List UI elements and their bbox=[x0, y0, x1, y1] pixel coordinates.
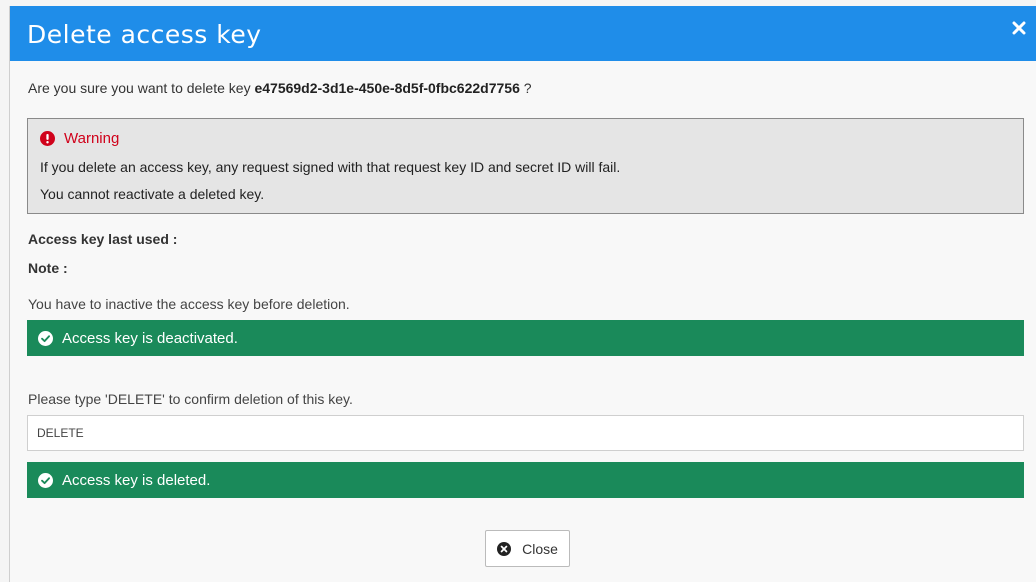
delete-access-key-dialog: Delete access key Are you sure you want … bbox=[9, 6, 1036, 582]
x-circle-icon bbox=[497, 541, 512, 556]
last-used-label: Access key last used : bbox=[28, 231, 178, 247]
delete-confirmation-question: Are you sure you want to delete key e475… bbox=[28, 80, 532, 96]
warning-text-line-1: If you delete an access key, any request… bbox=[40, 159, 621, 175]
deactivated-alert: Access key is deactivated. bbox=[27, 320, 1024, 356]
check-circle-icon bbox=[38, 330, 53, 346]
warning-title: Warning bbox=[64, 130, 120, 147]
warning-text-line-2: You cannot reactivate a deleted key. bbox=[40, 186, 265, 202]
close-button[interactable]: Close bbox=[485, 530, 570, 567]
question-suffix: ? bbox=[519, 80, 532, 96]
dialog-title: Delete access key bbox=[27, 20, 262, 49]
close-icon[interactable] bbox=[1008, 17, 1030, 39]
deleted-status-text: Access key is deleted. bbox=[62, 471, 211, 489]
close-button-label: Close bbox=[522, 540, 558, 557]
deactivate-instruction: You have to inactive the access key befo… bbox=[28, 296, 350, 312]
confirm-prompt: Please type 'DELETE' to confirm deletion… bbox=[28, 391, 353, 407]
note-label: Note : bbox=[28, 260, 68, 276]
delete-confirmation-input[interactable] bbox=[27, 415, 1024, 451]
deactivated-status-text: Access key is deactivated. bbox=[62, 329, 238, 347]
access-key-id: e47569d2-3d1e-450e-8d5f-0fbc622d7756 bbox=[254, 80, 520, 96]
check-circle-icon bbox=[38, 472, 53, 488]
warning-box: Warning If you delete an access key, any… bbox=[27, 118, 1024, 214]
deleted-alert: Access key is deleted. bbox=[27, 462, 1024, 498]
warning-heading: Warning bbox=[40, 130, 119, 147]
exclamation-circle-icon bbox=[40, 131, 55, 146]
dialog-header: Delete access key bbox=[10, 6, 1036, 61]
question-prefix: Are you sure you want to delete key bbox=[28, 80, 255, 96]
